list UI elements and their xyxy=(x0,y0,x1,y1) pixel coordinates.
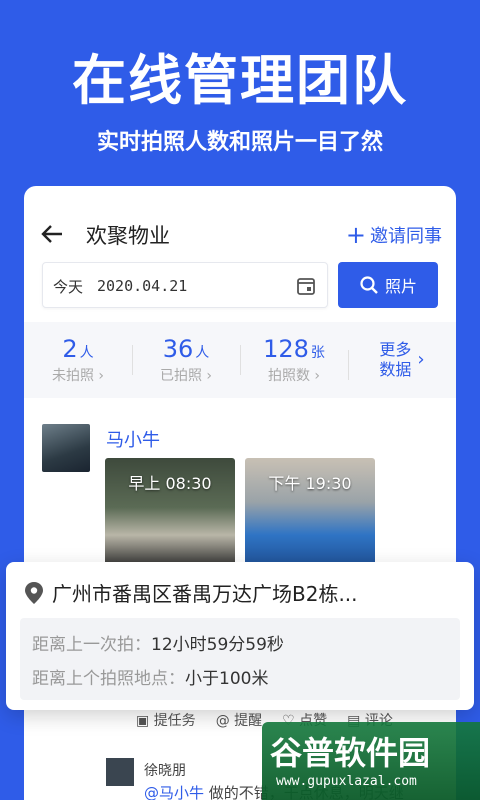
at-icon: @ xyxy=(215,713,230,729)
invite-colleague-button[interactable]: + 邀请同事 xyxy=(346,222,442,248)
comment-user-name: 徐晓朋 xyxy=(144,763,186,779)
watermark-url: www.gupuxlazal.com xyxy=(276,774,417,789)
more-data-link[interactable]: 更多 数据 › xyxy=(348,340,456,380)
date-value: 2020.04.21 xyxy=(97,277,188,295)
comment-mention[interactable]: @马小牛 xyxy=(144,784,204,800)
avatar[interactable] xyxy=(42,424,90,472)
stat-label: 未拍照 xyxy=(51,368,94,384)
stat-unit: 张 xyxy=(310,345,325,361)
date-label: 今天 xyxy=(53,278,84,296)
page-title: 欢聚物业 xyxy=(86,224,170,248)
search-icon xyxy=(360,276,378,294)
photo-thumbnail[interactable]: 下午 19:30 xyxy=(245,458,375,568)
watermark-brand: 谷普软件园 xyxy=(270,734,431,772)
photo-search-button[interactable]: 照片 xyxy=(338,262,438,308)
calendar-icon[interactable] xyxy=(295,275,317,297)
stat-photographed[interactable]: 36 人 已拍照 › xyxy=(132,335,240,385)
top-bar: 欢聚物业 + 邀请同事 xyxy=(24,214,456,254)
photo-time-label: 下午 19:30 xyxy=(268,474,352,493)
stat-value: 128 xyxy=(263,335,309,363)
chevron-right-icon: › xyxy=(314,368,321,384)
invite-label: 邀请同事 xyxy=(370,226,442,247)
feed-user-name[interactable]: 马小牛 xyxy=(106,426,160,452)
date-picker[interactable]: 今天 2020.04.21 xyxy=(42,262,328,308)
stat-unit: 人 xyxy=(79,345,94,361)
location-text: 广州市番禺区番禺万达广场B2栋... xyxy=(52,582,358,606)
remind-button[interactable]: @ 提醒 xyxy=(216,710,262,730)
hero-title: 在线管理团队 xyxy=(72,49,408,112)
back-arrow-icon[interactable] xyxy=(38,220,66,248)
task-icon: ▣ xyxy=(136,713,150,729)
last-shot-key: 距离上一次拍： xyxy=(32,635,151,655)
photo-thumbnail[interactable]: 早上 08:30 xyxy=(105,458,235,568)
stat-label: 拍照数 xyxy=(267,368,310,384)
photo-button-label: 照片 xyxy=(384,277,417,296)
more-data-line1: 更多 xyxy=(379,340,412,359)
chevron-right-icon: › xyxy=(206,368,213,384)
plus-icon: + xyxy=(345,221,366,249)
last-shot-value: 12小时59分59秒 xyxy=(151,635,284,655)
distance-info: 距离上一次拍：12小时59分59秒 距离上个拍照地点：小于100米 xyxy=(20,618,460,700)
location-row: 广州市番禺区番禺万达广场B2栋... xyxy=(24,578,358,607)
action-label: 提醒 xyxy=(234,713,263,729)
chevron-right-icon: › xyxy=(98,368,105,384)
assign-task-button[interactable]: ▣ 提任务 xyxy=(136,710,196,730)
stat-label: 已拍照 xyxy=(159,368,202,384)
last-place-value: 小于100米 xyxy=(185,669,269,689)
last-place-key: 距离上个拍照地点： xyxy=(32,669,185,689)
location-pin-icon xyxy=(25,581,43,604)
stat-unit: 人 xyxy=(195,345,210,361)
avatar[interactable] xyxy=(106,758,134,786)
stat-not-photographed[interactable]: 2人 未拍照 › xyxy=(24,335,132,385)
location-popup: 广州市番禺区番禺万达广场B2栋... 距离上一次拍：12小时59分59秒 距离上… xyxy=(6,562,474,710)
hero-subtitle: 实时拍照人数和照片一目了然 xyxy=(96,130,383,155)
photo-time-label: 早上 08:30 xyxy=(128,474,212,493)
watermark-logo: 谷普软件园 www.gupuxlazal.com xyxy=(262,722,480,800)
stat-photo-count[interactable]: 128 张 拍照数 › xyxy=(240,335,348,385)
stat-value: 2 xyxy=(62,335,78,363)
action-label: 提任务 xyxy=(153,713,196,729)
stats-bar: 2人 未拍照 › 36 人 已拍照 › 128 张 拍照数 › 更多 数据 › xyxy=(24,322,456,398)
more-data-line2: 数据 xyxy=(379,360,412,379)
chevron-right-icon: › xyxy=(417,349,425,370)
stat-value: 36 xyxy=(162,335,194,363)
